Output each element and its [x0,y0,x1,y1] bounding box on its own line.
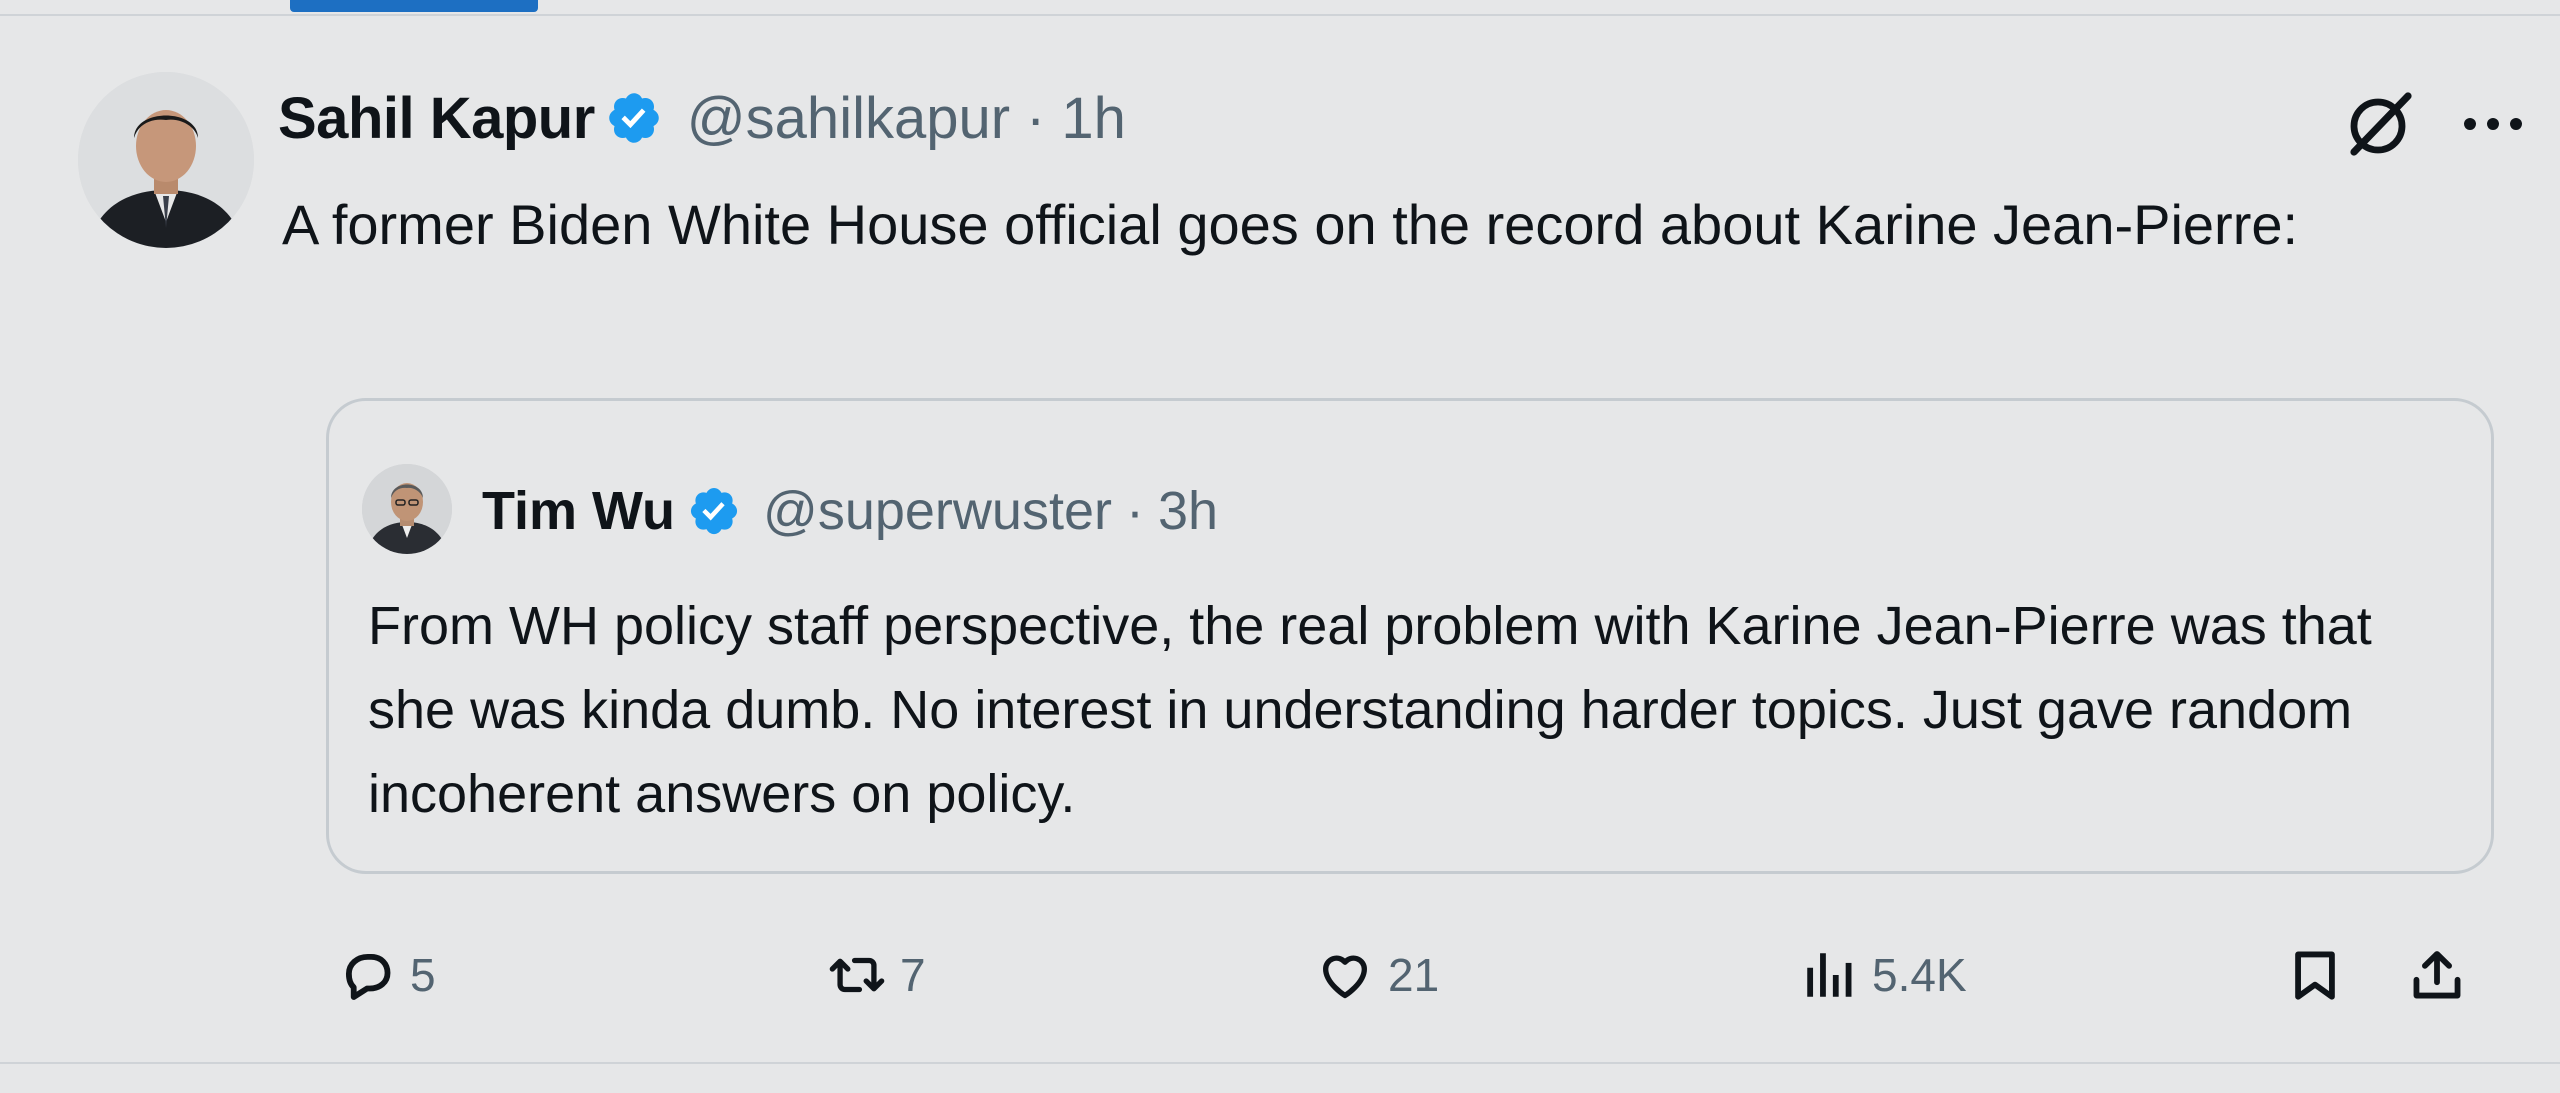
separator-dot: · [1026,85,1046,151]
reply-icon [338,946,396,1004]
divider [0,1062,2560,1064]
quote-timestamp[interactable]: 3h [1158,480,1218,542]
views-count: 5.4K [1872,949,1967,1001]
bookmark-icon [2286,946,2344,1004]
like-button[interactable]: 21 [1316,940,1439,1010]
share-button[interactable] [2408,940,2466,1010]
tweet-text: A former Biden White House official goes… [282,193,2299,256]
verified-badge-icon [605,89,663,147]
tweet-header-actions [2340,84,2528,169]
separator-dot: · [1125,481,1144,541]
views-icon [1800,946,1858,1004]
timestamp[interactable]: 1h [1061,85,1126,152]
share-icon [2408,946,2466,1004]
verified-badge-icon [687,484,741,538]
author-handle[interactable]: @sahilkapur [687,85,1010,152]
divider [0,14,2560,16]
quote-author-name[interactable]: Tim Wu [482,480,675,542]
reply-count: 5 [410,949,436,1001]
author-name[interactable]: Sahil Kapur [278,85,595,152]
reply-button[interactable]: 5 [338,940,436,1010]
like-count: 21 [1388,949,1440,1001]
tweet-header: Sahil Kapur @sahilkapur · 1h [278,80,1126,156]
avatar[interactable] [78,72,254,248]
like-icon [1316,946,1374,1004]
views-button[interactable]: 5.4K [1800,940,1967,1010]
retweet-count: 7 [900,949,926,1001]
quote-text: From WH policy staff perspective, the re… [368,596,2372,824]
grok-icon[interactable] [2340,84,2420,169]
retweet-icon [828,946,886,1004]
more-icon[interactable] [2458,109,2528,144]
active-tab-indicator [290,0,538,12]
retweet-button[interactable]: 7 [828,940,926,1010]
quote-header: Tim Wu @superwuster · 3h [482,476,1218,546]
action-bar: 5 7 21 5.4K [0,940,2560,1010]
bookmark-button[interactable] [2286,940,2344,1010]
quote-avatar[interactable] [362,464,452,554]
quote-author-handle[interactable]: @superwuster [763,480,1112,542]
